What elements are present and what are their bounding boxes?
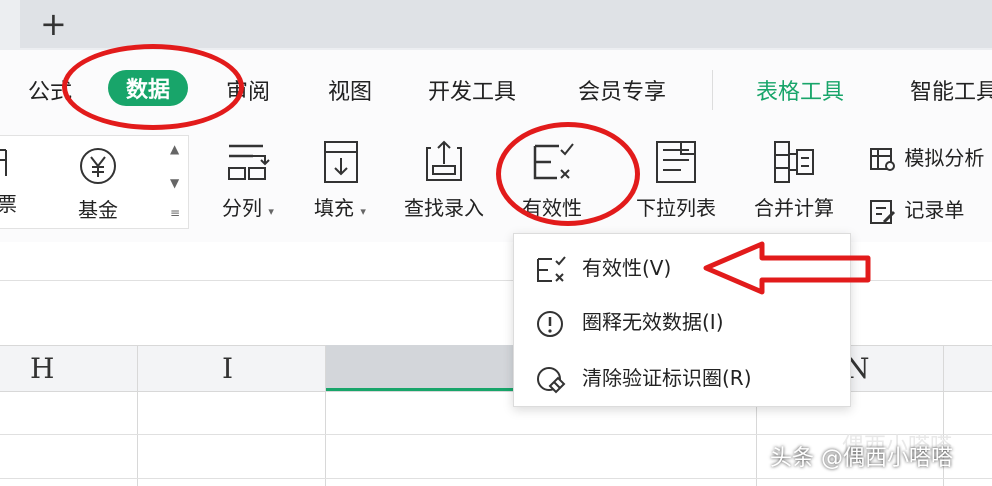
fill-label: 填充	[314, 196, 354, 220]
fill-caret[interactable]: ▾	[360, 205, 366, 218]
split-columns-icon	[227, 144, 270, 180]
split-columns-caret[interactable]: ▾	[268, 205, 274, 218]
tab-strip-bar	[20, 0, 992, 48]
gallery-expand[interactable]: ≡	[170, 206, 180, 220]
row-gridline	[0, 478, 992, 479]
annotation-circle-data-tab	[62, 44, 244, 130]
alert-circle-icon	[537, 310, 563, 337]
dropdown-item-validation-label: 有效性(V)	[582, 256, 672, 280]
menu-table-tools[interactable]: 表格工具	[756, 74, 844, 106]
clear-circle-icon	[537, 366, 566, 393]
consolidate-button[interactable]: 合并计算	[754, 140, 834, 221]
consolidate-label: 合并计算	[754, 196, 834, 220]
dropdown-item-validation[interactable]: 有效性(V)	[534, 252, 671, 285]
dropdown-list-icon	[656, 141, 696, 183]
dropdown-item-clear-circles-label: 清除验证标识圈(R)	[582, 366, 752, 390]
lookup-entry-button[interactable]: 查找录入	[404, 140, 484, 221]
record-form-button[interactable]: 记录单	[868, 194, 964, 226]
tab-strip: +	[0, 0, 992, 50]
new-tab-button[interactable]: +	[40, 4, 67, 44]
what-if-icon	[870, 147, 895, 171]
split-columns-button[interactable]: 分列 ▾	[222, 140, 274, 221]
ribbon-fund-label: 基金	[78, 198, 118, 222]
menu-member[interactable]: 会员专享	[578, 74, 666, 106]
gallery-scroll-down[interactable]: ▼	[170, 176, 179, 190]
dropdown-item-circle-invalid-label: 圈释无效数据(I)	[582, 310, 724, 334]
fill-down-icon	[323, 141, 358, 183]
what-if-label: 模拟分析	[904, 146, 985, 170]
menu-view[interactable]: 视图	[328, 74, 372, 106]
dropdown-item-clear-circles[interactable]: 清除验证标识圈(R)	[534, 362, 752, 395]
watermark: 头条 @偶西小嗒嗒	[770, 446, 953, 471]
ribbon-partial-button[interactable]: 票	[0, 146, 22, 217]
ribbon-partial-label: 票	[0, 192, 17, 216]
stock-icon	[0, 149, 7, 176]
menu-smart-tools[interactable]: 智能工具	[910, 74, 992, 106]
fill-button[interactable]: 填充 ▾	[314, 140, 366, 221]
dropdown-list-button[interactable]: 下拉列表	[636, 140, 716, 221]
what-if-button[interactable]: 模拟分析	[868, 142, 984, 174]
yen-icon	[80, 148, 116, 184]
annotation-arrow	[703, 241, 871, 295]
record-form-icon	[870, 199, 896, 224]
gallery-scroll-up[interactable]: ▲	[170, 142, 179, 156]
menu-divider	[712, 70, 713, 110]
lookup-entry-icon	[426, 140, 462, 181]
column-header-h[interactable]: H	[30, 352, 54, 385]
dropdown-item-circle-invalid[interactable]: 圈释无效数据(I)	[534, 306, 724, 339]
consolidate-icon	[774, 141, 814, 183]
col-gridline	[325, 345, 326, 486]
dropdown-list-label: 下拉列表	[636, 196, 716, 220]
col-gridline	[137, 345, 138, 486]
split-columns-label: 分列	[222, 196, 262, 220]
ribbon-fund-button[interactable]: 基金	[76, 146, 120, 223]
lookup-entry-label: 查找录入	[404, 196, 484, 220]
annotation-circle-validation	[496, 122, 640, 226]
validation-icon	[537, 255, 566, 282]
column-header-i[interactable]: I	[222, 352, 233, 385]
menu-developer[interactable]: 开发工具	[428, 74, 516, 106]
record-form-label: 记录单	[904, 198, 965, 222]
